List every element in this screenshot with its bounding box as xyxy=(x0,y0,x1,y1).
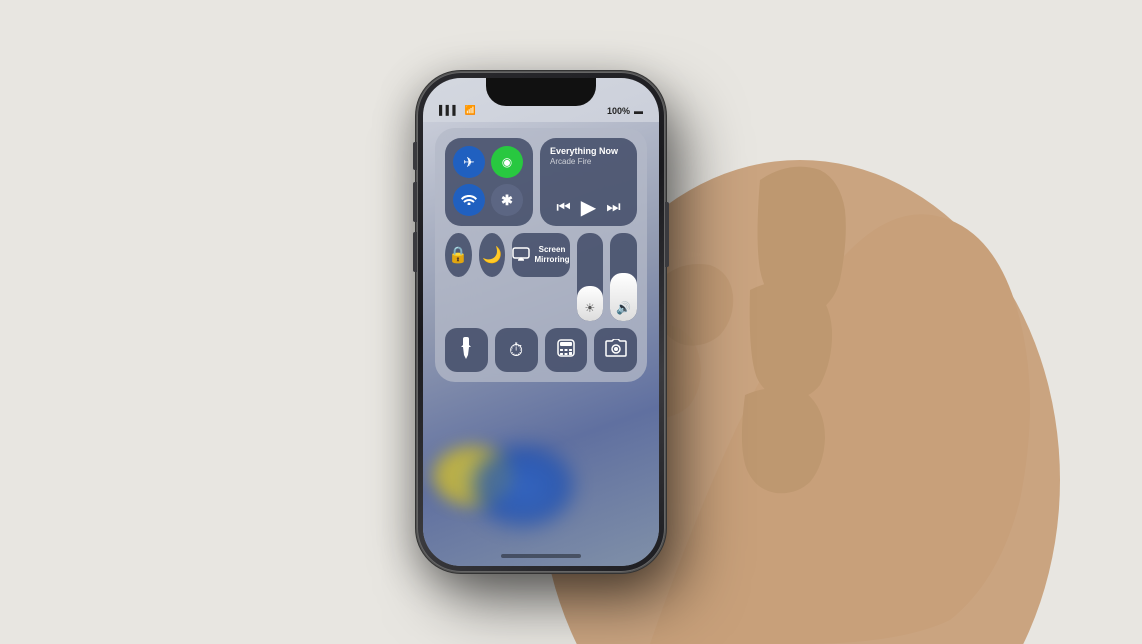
screen-mirror-icon xyxy=(512,247,530,264)
cellular-bars: ▌▌▌ xyxy=(439,105,459,115)
cellular-icon: ◉ xyxy=(502,155,512,169)
iphone-device: ▌▌▌ 📶 100% ▬ ✈ xyxy=(417,72,665,572)
track-artist: Arcade Fire xyxy=(550,157,627,166)
wifi-button[interactable] xyxy=(453,184,485,216)
flashlight-icon xyxy=(460,337,472,364)
moon-icon: 🌙 xyxy=(482,245,502,265)
control-center: ✈ ◉ xyxy=(435,128,647,382)
airplane-icon: ✈ xyxy=(463,154,475,171)
power-button[interactable] xyxy=(665,202,669,267)
calculator-button[interactable] xyxy=(545,328,588,372)
now-playing-block: Everything Now Arcade Fire ⏮ ▶ ⏭ xyxy=(540,138,637,226)
flashlight-button[interactable] xyxy=(445,328,488,372)
battery-icon: ▬ xyxy=(634,106,643,116)
connectivity-block: ✈ ◉ xyxy=(445,138,533,226)
wifi-symbol xyxy=(461,193,477,208)
next-track-button[interactable]: ⏭ xyxy=(606,200,620,216)
silent-switch[interactable] xyxy=(413,142,417,170)
timer-icon: ⏱ xyxy=(509,340,523,361)
portrait-lock-button[interactable]: 🔒 xyxy=(445,233,472,277)
status-right-group: 100% ▬ xyxy=(607,106,643,116)
screen-mirroring-button[interactable]: ScreenMirroring xyxy=(512,233,569,277)
bluetooth-icon: ✱ xyxy=(501,192,513,209)
brightness-slider[interactable]: ☀ xyxy=(577,233,604,321)
iphone-screen: ▌▌▌ 📶 100% ▬ ✈ xyxy=(423,78,659,566)
brightness-icon: ☀ xyxy=(585,301,596,315)
do-not-disturb-button[interactable]: 🌙 xyxy=(479,233,506,277)
camera-button[interactable] xyxy=(594,328,637,372)
signal-strength: ▌▌▌ 📶 xyxy=(439,105,476,116)
camera-icon xyxy=(605,339,627,362)
home-indicator xyxy=(501,554,581,558)
battery-percentage: 100% xyxy=(607,106,630,116)
notch xyxy=(486,78,596,106)
iphone-body: ▌▌▌ 📶 100% ▬ ✈ xyxy=(417,72,665,572)
airplane-mode-button[interactable]: ✈ xyxy=(453,146,485,178)
bluetooth-button[interactable]: ✱ xyxy=(491,184,523,216)
previous-track-button[interactable]: ⏮ xyxy=(556,200,570,216)
volume-slider[interactable]: 🔊 xyxy=(610,233,637,321)
scene: ▌▌▌ 📶 100% ▬ ✈ xyxy=(0,0,1142,644)
portrait-lock-icon: 🔒 xyxy=(448,245,468,265)
now-playing-info: Everything Now Arcade Fire xyxy=(550,146,627,166)
cc-row-2: 🔒 🌙 xyxy=(445,233,637,321)
calculator-icon xyxy=(557,339,575,362)
screen-mirror-label: ScreenMirroring xyxy=(534,245,569,264)
volume-up-button[interactable] xyxy=(413,182,417,222)
timer-button[interactable]: ⏱ xyxy=(495,328,538,372)
cellular-button[interactable]: ◉ xyxy=(491,146,523,178)
volume-icon: 🔊 xyxy=(616,301,631,315)
play-pause-button[interactable]: ▶ xyxy=(581,198,596,218)
wifi-icon: 📶 xyxy=(465,105,477,115)
media-controls: ⏮ ▶ ⏭ xyxy=(550,198,627,218)
volume-down-button[interactable] xyxy=(413,232,417,272)
track-title: Everything Now xyxy=(550,146,627,157)
cc-row-1: ✈ ◉ xyxy=(445,138,637,226)
cc-shortcuts-row: ⏱ xyxy=(445,328,637,372)
wallpaper-blob-blue xyxy=(473,446,573,526)
